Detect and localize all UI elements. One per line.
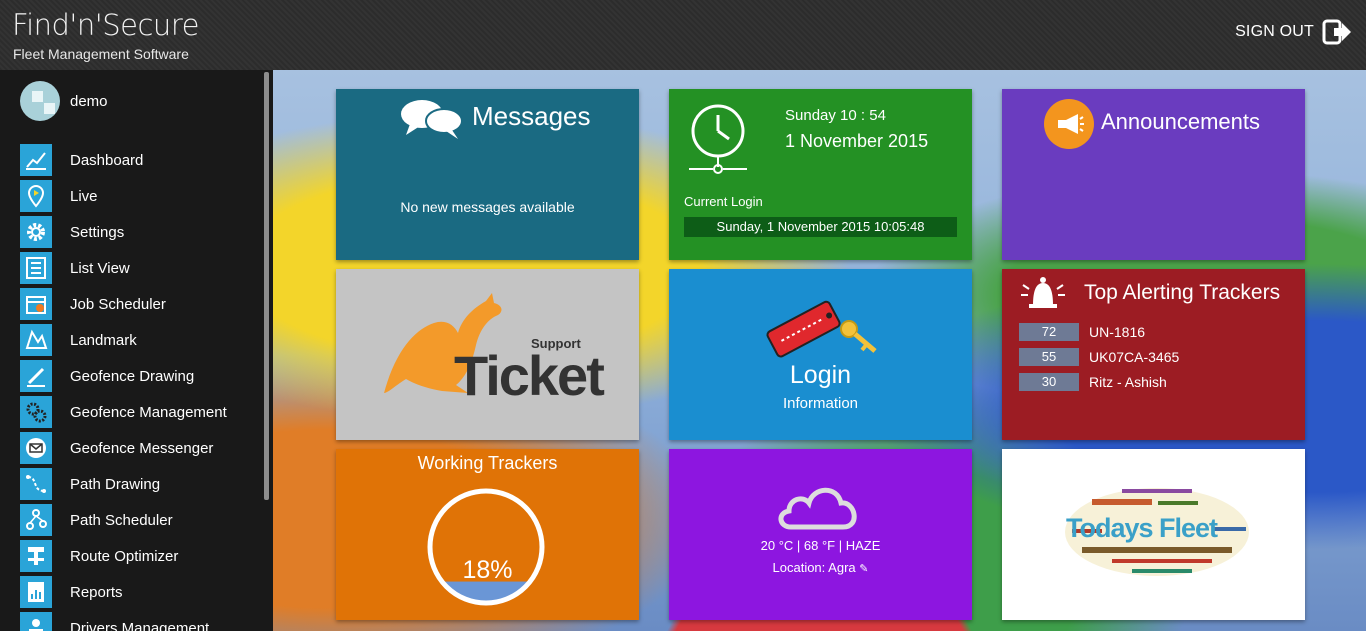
sign-out-label: SIGN OUT	[1235, 23, 1314, 40]
sidebar-item-path-scheduler[interactable]: Path Scheduler	[20, 502, 227, 538]
app-header: Find'n'Secure Fleet Management Software …	[0, 0, 1366, 70]
announcements-tile[interactable]: Announcements	[1002, 89, 1305, 260]
sidebar-item-geofence-drawing[interactable]: Geofence Drawing	[20, 358, 227, 394]
sidebar-item-drivers-management[interactable]: Drivers Management	[20, 610, 227, 631]
top-alerting-trackers-tile[interactable]: Top Alerting Trackers 72 UN-1816 55 UK07…	[1002, 269, 1305, 440]
sidebar-item-label: Geofence Drawing	[70, 367, 195, 385]
datetime-tile[interactable]: Sunday 10 : 54 1 November 2015 Current L…	[669, 89, 972, 260]
sidebar-item-job-scheduler[interactable]: Job Scheduler	[20, 286, 227, 322]
support-ticket-tile[interactable]: Support Ticket	[336, 269, 639, 440]
nodes-icon	[20, 504, 52, 536]
tracker-name: UK07CA-3465	[1089, 349, 1180, 365]
sign-out-icon	[1322, 19, 1351, 45]
clock-icon	[689, 104, 747, 174]
logo-subtitle: Fleet Management Software	[13, 46, 189, 62]
sidebar-item-path-drawing[interactable]: Path Drawing	[20, 466, 227, 502]
alerting-row[interactable]: 72 UN-1816	[1019, 322, 1179, 342]
sidebar-item-dashboard[interactable]: Dashboard	[20, 142, 227, 178]
messages-tile[interactable]: Messages No new messages available	[336, 89, 639, 260]
chat-bubbles-icon	[401, 100, 463, 139]
current-day-time: Sunday 10 : 54	[785, 107, 886, 124]
landmark-icon	[20, 324, 52, 356]
user-profile[interactable]: demo	[20, 81, 108, 121]
gears-icon	[20, 396, 52, 428]
sidebar-item-label: Drivers Management	[70, 619, 210, 631]
alerting-row[interactable]: 55 UK07CA-3465	[1019, 347, 1179, 367]
alert-count: 55	[1019, 348, 1079, 366]
chart-line-icon	[20, 144, 52, 176]
map-pin-icon	[20, 180, 52, 212]
login-title: Login	[789, 361, 852, 389]
logo-title[interactable]: Find'n'Secure	[12, 8, 199, 42]
current-login-label: Current Login	[684, 194, 763, 209]
weather-tile[interactable]: 20 °C | 68 °F | HAZE Location: Agra ✎	[669, 449, 972, 620]
weather-location[interactable]: Location: Agra ✎	[669, 560, 972, 575]
sidebar-nav: Dashboard Live Settings List View Job Sc…	[20, 142, 227, 631]
sidebar-item-live[interactable]: Live	[20, 178, 227, 214]
messages-title: Messages	[472, 101, 591, 131]
sidebar-item-label: Path Scheduler	[70, 511, 173, 529]
sign-out-button[interactable]: SIGN OUT	[1235, 18, 1352, 46]
weather-location-text: Location: Agra	[772, 560, 856, 575]
tracker-name: UN-1816	[1089, 324, 1146, 340]
sidebar-item-list-view[interactable]: List View	[20, 250, 227, 286]
current-date: 1 November 2015	[785, 131, 929, 151]
sidebar-item-label: Route Optimizer	[70, 547, 179, 565]
sidebar-item-label: Settings	[70, 223, 125, 241]
alarm-bell-icon	[1021, 277, 1065, 308]
weather-temperature: 20 °C | 68 °F | HAZE	[760, 538, 881, 553]
pen-icon	[20, 360, 52, 392]
route-icon	[20, 540, 52, 572]
fleet-word-cloud-tile[interactable]: Todays Fleet	[1002, 449, 1305, 620]
calendar-icon	[20, 288, 52, 320]
working-trackers-title: Working Trackers	[417, 453, 558, 473]
announcements-title: Announcements	[1101, 109, 1260, 134]
alert-count: 30	[1019, 373, 1079, 391]
alerting-list: 72 UN-1816 55 UK07CA-3465 30 Ritz - Ashi…	[1019, 322, 1179, 397]
messages-status: No new messages available	[400, 199, 575, 215]
top-alerting-title: Top Alerting Trackers	[1084, 281, 1281, 304]
gear-icon	[20, 216, 52, 248]
ticket-label: Ticket	[454, 344, 605, 407]
report-icon	[20, 576, 52, 608]
avatar	[20, 81, 60, 121]
sidebar: demo Dashboard Live Settings List View J…	[0, 70, 273, 631]
sidebar-item-label: Path Drawing	[70, 475, 161, 493]
sidebar-item-geofence-messenger[interactable]: Geofence Messenger	[20, 430, 227, 466]
working-trackers-tile[interactable]: Working Trackers 18%	[336, 449, 639, 620]
login-info-tile[interactable]: Login Information	[669, 269, 972, 440]
driver-icon	[20, 612, 52, 631]
current-login-value: Sunday, 1 November 2015 10:05:48	[684, 217, 957, 237]
sidebar-item-label: List View	[70, 259, 130, 277]
login-subtitle: Information	[782, 395, 859, 412]
sidebar-item-label: Geofence Management	[70, 403, 227, 421]
sidebar-item-label: Dashboard	[70, 151, 144, 169]
user-name: demo	[70, 92, 108, 110]
sidebar-item-label: Job Scheduler	[70, 295, 166, 313]
sidebar-item-label: Live	[70, 187, 98, 205]
sidebar-item-geofence-management[interactable]: Geofence Management	[20, 394, 227, 430]
key-tag-icon	[766, 300, 877, 358]
sidebar-item-reports[interactable]: Reports	[20, 574, 227, 610]
sidebar-item-label: Landmark	[70, 331, 137, 349]
sidebar-item-route-optimizer[interactable]: Route Optimizer	[20, 538, 227, 574]
list-icon	[20, 252, 52, 284]
megaphone-icon	[1044, 99, 1094, 149]
tracker-name: Ritz - Ashish	[1089, 374, 1167, 390]
sidebar-item-label: Geofence Messenger	[70, 439, 214, 457]
alert-count: 72	[1019, 323, 1079, 341]
cloud-icon	[778, 487, 857, 530]
working-trackers-percent: 18%	[462, 556, 513, 584]
sidebar-scrollbar[interactable]	[264, 72, 269, 500]
path-icon	[20, 468, 52, 500]
sidebar-item-landmark[interactable]: Landmark	[20, 322, 227, 358]
alerting-row[interactable]: 30 Ritz - Ashish	[1019, 372, 1179, 392]
edit-pencil-icon[interactable]: ✎	[859, 563, 868, 575]
envelope-icon	[20, 432, 52, 464]
word-cloud-main-label: Todays Fleet	[1066, 513, 1218, 543]
sidebar-item-settings[interactable]: Settings	[20, 214, 227, 250]
sidebar-item-label: Reports	[70, 583, 123, 601]
working-trackers-gauge	[427, 488, 545, 606]
